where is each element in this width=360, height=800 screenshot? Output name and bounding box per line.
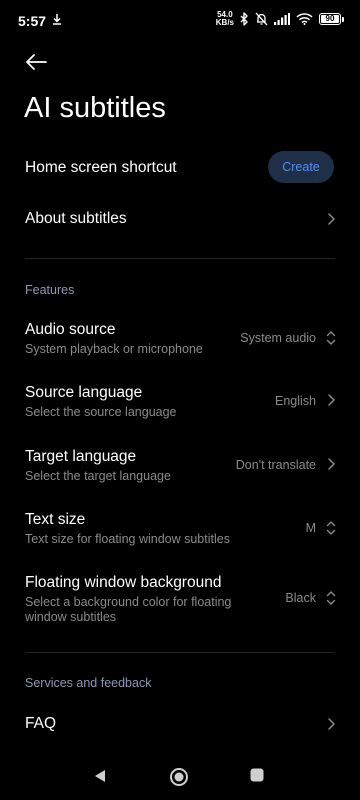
status-icons: 54.0 KB/s 90 [216, 11, 344, 27]
text-size-value: M [305, 521, 316, 535]
updown-icon [326, 331, 336, 345]
nav-back-icon[interactable] [93, 768, 107, 784]
network-speed-unit: KB/s [215, 18, 234, 27]
target-language-title: Target language [25, 448, 137, 465]
page-title: AI subtitles [24, 92, 166, 124]
home-screen-shortcut-title: Home screen shortcut [25, 159, 177, 176]
chevron-right-icon [328, 213, 335, 225]
download-icon [53, 14, 61, 25]
source-language-row[interactable]: Source language Select the source langua… [0, 377, 360, 427]
chevron-right-icon [328, 394, 335, 406]
about-subtitles-title: About subtitles [25, 210, 127, 227]
create-shortcut-button[interactable]: Create [268, 151, 334, 183]
arrow-left-icon [26, 54, 47, 70]
services-section-label: Services and feedback [25, 676, 152, 690]
about-subtitles-row[interactable]: About subtitles [0, 198, 360, 242]
target-language-value: Don't translate [235, 458, 316, 472]
back-button[interactable] [22, 48, 50, 76]
floating-window-background-row[interactable]: Floating window background Select a back… [0, 567, 360, 631]
source-language-title: Source language [25, 384, 143, 401]
floating-window-background-title: Floating window background [25, 574, 222, 591]
nav-recents-icon[interactable] [250, 768, 264, 782]
source-language-subtitle: Select the source language [25, 405, 177, 419]
target-language-row[interactable]: Target language Select the target langua… [0, 441, 360, 491]
network-speed: 54.0 KB/s [216, 11, 234, 27]
floating-window-background-subtitle-line1: Select a background color for floating [25, 595, 232, 609]
divider [25, 652, 335, 653]
status-time: 5:57 [18, 13, 47, 29]
divider [25, 258, 335, 259]
audio-source-row[interactable]: Audio source System playback or micropho… [0, 314, 360, 364]
audio-source-value: System audio [240, 331, 316, 345]
wifi-icon [296, 13, 313, 25]
source-language-value: English [275, 394, 316, 408]
bluetooth-icon [240, 12, 248, 26]
target-language-subtitle: Select the target language [25, 469, 171, 483]
chevron-right-icon [328, 458, 335, 470]
mute-bell-icon [255, 12, 268, 26]
text-size-row[interactable]: Text size Text size for floating window … [0, 504, 360, 554]
floating-window-background-value: Black [285, 591, 316, 605]
features-section-label: Features [25, 283, 75, 297]
signal-icon [274, 13, 290, 25]
faq-row[interactable]: FAQ [0, 702, 360, 746]
battery-icon: 90 [319, 13, 344, 25]
floating-window-background-subtitle-line2: window subtitles [25, 610, 117, 624]
audio-source-subtitle: System playback or microphone [25, 342, 203, 356]
audio-source-title: Audio source [25, 321, 116, 338]
updown-icon [326, 591, 336, 605]
nav-home-icon[interactable] [169, 767, 189, 787]
battery-level: 90 [321, 15, 339, 23]
chevron-right-icon [328, 718, 335, 730]
text-size-subtitle: Text size for floating window subtitles [25, 532, 230, 546]
text-size-title: Text size [25, 511, 86, 528]
status-bar: 5:57 54.0 KB/s 90 [0, 0, 360, 40]
faq-title: FAQ [25, 715, 57, 732]
updown-icon [326, 521, 336, 535]
